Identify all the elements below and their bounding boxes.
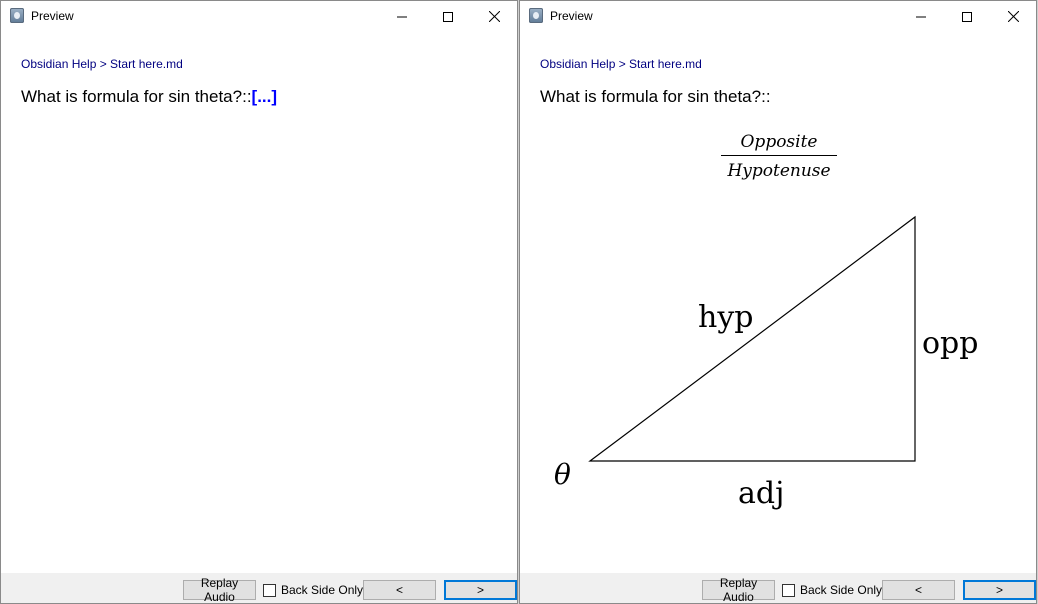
maximize-button[interactable] — [425, 1, 471, 32]
maximize-icon — [443, 11, 453, 22]
bottom-toolbar: Replay Audio Back Side Only < > — [1, 573, 517, 603]
minimize-button[interactable] — [379, 1, 425, 32]
back-side-only-checkbox[interactable] — [263, 583, 276, 597]
replay-audio-button[interactable]: Replay Audio — [702, 576, 775, 603]
minimize-icon — [397, 16, 407, 17]
card-content: Obsidian Help > Start here.md What is fo… — [21, 57, 507, 107]
back-side-only-checkbox[interactable] — [782, 583, 795, 597]
app-icon — [10, 8, 24, 23]
close-icon — [488, 11, 500, 22]
back-side-only-label: Back Side Only — [800, 583, 883, 597]
replay-audio-button[interactable]: Replay Audio — [183, 576, 256, 603]
question-label: What is formula for sin theta?:: — [21, 87, 252, 106]
opp-label: opp — [922, 326, 978, 361]
close-button[interactable] — [471, 1, 517, 32]
preview-window-left: Preview Obsidian Help > Start here.md Wh… — [0, 0, 518, 604]
next-button[interactable]: > — [963, 580, 1036, 600]
cloze-placeholder: [...] — [251, 87, 278, 106]
preview-window-right: Preview Obsidian Help > Start here.md Wh… — [519, 0, 1037, 604]
window-title: Preview — [31, 9, 74, 23]
title-bar[interactable]: Preview — [1, 1, 517, 32]
triangle-shape — [588, 215, 916, 462]
right-triangle-diagram: hyp opp adj θ — [554, 215, 978, 511]
back-side-only-label: Back Side Only — [281, 583, 364, 597]
question-text: What is formula for sin theta?::[...] — [21, 87, 507, 107]
breadcrumb[interactable]: Obsidian Help > Start here.md — [21, 57, 507, 71]
previous-button[interactable]: < — [363, 580, 436, 600]
back-side-only-toggle[interactable]: Back Side Only — [782, 583, 882, 597]
back-side-only-toggle[interactable]: Back Side Only — [263, 583, 363, 597]
theta-label: θ — [554, 458, 571, 491]
next-button[interactable]: > — [444, 580, 517, 600]
hyp-label: hyp — [698, 300, 753, 335]
previous-button[interactable]: < — [882, 580, 955, 600]
bottom-toolbar: Replay Audio Back Side Only < > — [520, 573, 1036, 603]
adj-label: adj — [738, 476, 784, 511]
